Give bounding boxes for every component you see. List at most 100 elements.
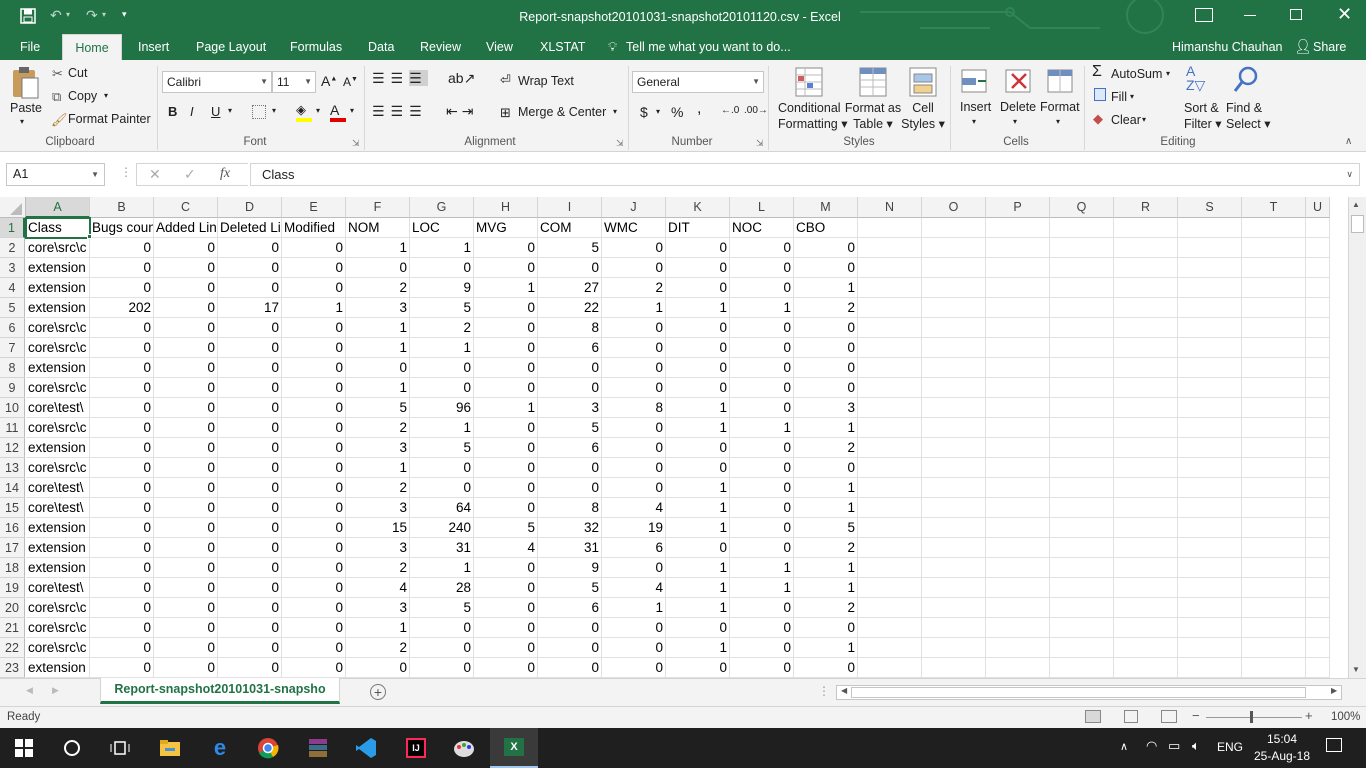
column-header[interactable]: K <box>666 197 730 218</box>
conditional-formatting-button[interactable]: Conditional Formatting ▾ <box>778 100 848 132</box>
empty-cell[interactable] <box>858 438 922 458</box>
empty-cell[interactable] <box>1242 238 1306 258</box>
data-cell[interactable]: 0 <box>602 338 666 358</box>
borders-dropdown-icon[interactable]: ▾ <box>272 106 276 115</box>
empty-cell[interactable] <box>922 318 986 338</box>
number-dialog-launcher-icon[interactable]: ⇲ <box>756 138 764 149</box>
empty-cell[interactable] <box>1306 578 1330 598</box>
font-color-icon[interactable]: A <box>330 102 346 122</box>
data-cell[interactable]: 0 <box>90 278 154 298</box>
column-header[interactable]: J <box>602 197 666 218</box>
number-format-select[interactable]: General ▼ <box>632 71 764 93</box>
data-cell[interactable]: 0 <box>90 598 154 618</box>
data-cell[interactable]: 0 <box>730 598 794 618</box>
empty-cell[interactable] <box>986 418 1050 438</box>
data-cell[interactable]: 15 <box>346 518 410 538</box>
data-cell[interactable]: core\src\c <box>26 238 90 258</box>
format-painter-button[interactable]: Format Painter <box>68 112 151 126</box>
restore-icon[interactable] <box>1290 9 1302 20</box>
empty-cell[interactable] <box>1178 418 1242 438</box>
empty-cell[interactable] <box>1178 538 1242 558</box>
empty-cell[interactable] <box>1114 478 1178 498</box>
column-header[interactable]: T <box>1242 197 1306 218</box>
column-header[interactable]: U <box>1306 197 1330 218</box>
data-cell[interactable]: 0 <box>218 438 282 458</box>
column-header[interactable]: S <box>1178 197 1242 218</box>
data-cell[interactable]: 0 <box>218 518 282 538</box>
empty-cell[interactable] <box>1178 398 1242 418</box>
empty-cell[interactable] <box>1114 518 1178 538</box>
data-cell[interactable]: 0 <box>474 438 538 458</box>
data-cell[interactable]: 0 <box>474 618 538 638</box>
delete-button[interactable]: Delete <box>1000 100 1036 114</box>
data-cell[interactable]: 240 <box>410 518 474 538</box>
data-cell[interactable]: 0 <box>730 498 794 518</box>
sheet-prev-icon[interactable]: ◀ <box>26 685 33 696</box>
data-cell[interactable]: 0 <box>730 238 794 258</box>
empty-cell[interactable] <box>1050 338 1114 358</box>
data-cell[interactable]: 1 <box>666 578 730 598</box>
empty-cell[interactable] <box>1306 538 1330 558</box>
row-header[interactable]: 3 <box>0 258 25 278</box>
data-cell[interactable]: 0 <box>282 378 346 398</box>
empty-cell[interactable] <box>1050 358 1114 378</box>
data-cell[interactable]: 1 <box>410 558 474 578</box>
empty-cell[interactable] <box>1050 618 1114 638</box>
data-cell[interactable]: 1 <box>346 238 410 258</box>
empty-cell[interactable] <box>1050 238 1114 258</box>
sheet-scroll-split-icon[interactable]: ⋮ <box>818 684 830 698</box>
empty-cell[interactable] <box>1306 518 1330 538</box>
empty-cell[interactable] <box>1114 358 1178 378</box>
data-cell[interactable]: 2 <box>794 298 858 318</box>
data-cell[interactable]: 1 <box>282 298 346 318</box>
empty-cell[interactable] <box>1242 278 1306 298</box>
copy-dropdown-icon[interactable]: ▾ <box>104 91 108 100</box>
empty-cell[interactable] <box>858 238 922 258</box>
fill-color-icon[interactable]: ◈ <box>296 102 312 122</box>
empty-cell[interactable] <box>1114 578 1178 598</box>
data-cell[interactable]: 0 <box>218 618 282 638</box>
data-cell[interactable]: 0 <box>666 538 730 558</box>
data-cell[interactable]: 5 <box>794 518 858 538</box>
empty-cell[interactable] <box>922 338 986 358</box>
empty-cell[interactable] <box>1178 558 1242 578</box>
header-cell[interactable]: DIT <box>666 218 730 238</box>
empty-cell[interactable] <box>986 658 1050 678</box>
zoom-in-icon[interactable]: + <box>1305 708 1313 723</box>
column-header[interactable]: G <box>410 197 474 218</box>
empty-cell[interactable] <box>1050 498 1114 518</box>
data-cell[interactable]: 0 <box>602 478 666 498</box>
percent-button[interactable]: % <box>671 104 683 120</box>
column-header[interactable]: I <box>538 197 602 218</box>
decrease-decimal-icon[interactable]: .00→ <box>744 105 768 116</box>
data-cell[interactable]: 0 <box>474 418 538 438</box>
empty-cell[interactable] <box>858 418 922 438</box>
data-cell[interactable]: 0 <box>282 498 346 518</box>
file-explorer-icon[interactable] <box>146 728 194 768</box>
enter-formula-icon[interactable]: ✓ <box>184 166 196 183</box>
data-cell[interactable]: 0 <box>538 478 602 498</box>
sheet-tab-active[interactable]: Report-snapshot20101031-snapsho <box>100 678 340 704</box>
empty-cell[interactable] <box>1114 258 1178 278</box>
empty-cell[interactable] <box>1306 358 1330 378</box>
clear-button[interactable]: Clear <box>1111 113 1141 127</box>
data-cell[interactable]: 0 <box>474 258 538 278</box>
data-cell[interactable]: 0 <box>602 258 666 278</box>
vertical-scroll-thumb[interactable] <box>1351 215 1364 233</box>
scroll-up-icon[interactable]: ▲ <box>1352 200 1360 209</box>
tell-me-search[interactable]: Tell me what you want to do... <box>626 40 791 54</box>
data-cell[interactable]: extension <box>26 258 90 278</box>
data-cell[interactable]: 0 <box>538 458 602 478</box>
zoom-out-icon[interactable]: − <box>1192 708 1200 723</box>
data-cell[interactable]: 0 <box>730 398 794 418</box>
data-cell[interactable]: 0 <box>346 258 410 278</box>
currency-dropdown-icon[interactable]: ▾ <box>656 107 660 116</box>
task-view-icon[interactable] <box>96 728 144 768</box>
empty-cell[interactable] <box>1114 418 1178 438</box>
data-cell[interactable]: 0 <box>154 258 218 278</box>
column-header[interactable]: L <box>730 197 794 218</box>
row-header[interactable]: 22 <box>0 638 25 658</box>
data-cell[interactable]: 8 <box>602 398 666 418</box>
data-cell[interactable]: 0 <box>666 458 730 478</box>
empty-cell[interactable] <box>922 638 986 658</box>
